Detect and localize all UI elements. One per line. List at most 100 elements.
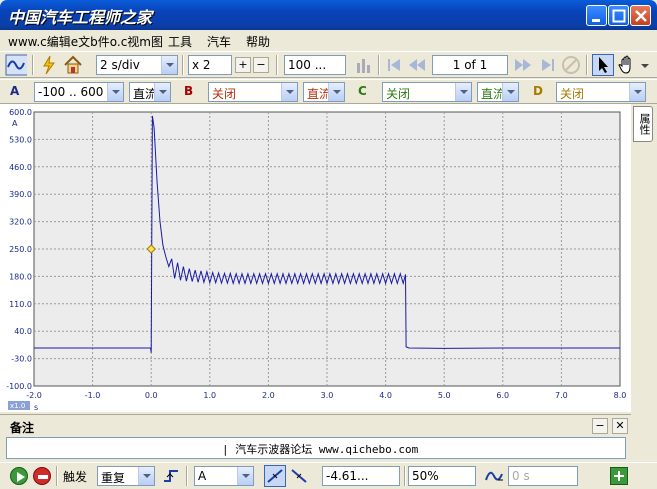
separator <box>378 55 380 75</box>
chevron-down-icon <box>281 83 297 101</box>
start-button[interactable] <box>10 467 28 485</box>
x-tick-label: -1.0 <box>85 391 101 400</box>
home-icon[interactable] <box>62 54 84 76</box>
y-tick-label: -30.0 <box>11 355 32 364</box>
pretrigger-field[interactable]: 50% <box>408 466 476 486</box>
notes-text[interactable]: | 汽车示波器论坛 www.qichebo.com <box>6 437 626 459</box>
channel-d-range: 关闭 <box>560 87 585 101</box>
window-title: 中国汽车工程师之家 <box>8 8 153 27</box>
scope-view[interactable]: -2.0 -1.0 0.0 1.0 2.0 3.0 4.0 5.0 6.0 7.0 8.0 600.0… <box>0 104 631 412</box>
timebase-select[interactable]: 2 s/div <box>96 55 178 75</box>
close-button[interactable] <box>630 5 651 26</box>
x-unit-label: s <box>34 403 38 412</box>
chevron-down-icon <box>328 83 344 101</box>
maximize-icon <box>612 9 626 23</box>
first-page-icon[interactable] <box>384 54 406 76</box>
hand-pan-icon[interactable] <box>616 54 638 76</box>
play-icon <box>17 472 25 482</box>
channel-b-coupling-select[interactable]: 直流 <box>303 82 345 102</box>
channel-b-label[interactable]: B <box>184 84 193 98</box>
chevron-down-icon <box>237 467 253 485</box>
properties-tab[interactable]: 属性 <box>633 106 653 142</box>
x-tick-label: 6.0 <box>496 391 509 400</box>
rising-edge-icon[interactable] <box>264 465 286 487</box>
falling-edge-icon[interactable] <box>288 465 310 487</box>
previous-page-icon[interactable] <box>406 54 428 76</box>
lightning-icon[interactable] <box>38 54 60 76</box>
maximize-button[interactable] <box>608 5 629 26</box>
chevron-down-icon <box>161 56 177 74</box>
title-bar: 中国汽车工程师之家 <box>0 0 657 30</box>
channel-toolbar: A -100 .. 600 A 直流 B 关闭 直流 C 关闭 直流 D 关闭 <box>0 79 657 104</box>
channel-c-label[interactable]: C <box>358 84 367 98</box>
last-page-icon[interactable] <box>536 54 558 76</box>
scope-mode-icon[interactable] <box>5 54 27 76</box>
channel-a-range: -100 .. 600 A <box>38 85 116 99</box>
channel-d-range-select[interactable]: 关闭 <box>556 82 646 102</box>
channel-a-label[interactable]: A <box>10 84 19 98</box>
next-page-icon[interactable] <box>512 54 534 76</box>
chevron-down-icon <box>502 83 518 101</box>
delay-value: 0 s <box>512 469 530 483</box>
channel-c-coupling-select[interactable]: 直流 <box>477 82 519 102</box>
page-indicator: 1 of 1 <box>432 55 508 75</box>
x-scale-label: x1.0 <box>10 402 25 410</box>
notes-minimize-button[interactable]: − <box>592 418 608 434</box>
y-tick-label: 40.0 <box>14 327 32 336</box>
trigger-level-field[interactable]: -4.61... <box>322 466 400 486</box>
channel-d-label[interactable]: D <box>533 84 543 98</box>
menu-car[interactable]: 汽车 <box>207 33 231 50</box>
trigger-edge-icon[interactable] <box>162 466 182 486</box>
menu-help[interactable]: 帮助 <box>246 33 270 50</box>
pretrigger-value: 50% <box>412 469 439 483</box>
chevron-down-icon <box>455 83 471 101</box>
page-indicator-text: 1 of 1 <box>452 58 488 72</box>
x-tick-label: 7.0 <box>555 391 568 400</box>
y-tick-label: 110.0 <box>9 300 32 309</box>
delay-icon <box>485 471 503 481</box>
menu-file[interactable]: www.c编辑e文b件o.c视m图 <box>8 33 163 50</box>
toolbar-overflow-icon[interactable] <box>638 54 657 76</box>
notes-close-button[interactable]: ✕ <box>612 418 628 434</box>
y-unit-label: A <box>12 119 18 128</box>
zoom-field[interactable]: x 2 <box>188 55 232 75</box>
separator <box>186 466 188 486</box>
delay-field[interactable]: 0 s <box>508 466 578 486</box>
close-icon <box>635 10 647 22</box>
samples-field[interactable]: 100 ... <box>284 55 346 75</box>
minimize-button[interactable] <box>586 5 607 26</box>
trigger-mode-select[interactable]: 重复 <box>97 466 155 486</box>
chevron-down-icon <box>629 83 645 101</box>
x-tick-label: 1.0 <box>203 391 216 400</box>
x-tick-label: -2.0 <box>26 391 42 400</box>
zoom-value: x 2 <box>192 58 211 72</box>
separator <box>56 466 58 486</box>
y-tick-label: 180.0 <box>9 272 32 281</box>
chevron-down-icon <box>138 467 154 485</box>
channel-a-coupling-select[interactable]: 直流 <box>129 82 171 102</box>
stop-button[interactable] <box>33 467 51 485</box>
separator <box>182 55 184 75</box>
channel-b-range-select[interactable]: 关闭 <box>208 82 298 102</box>
x-tick-label: 4.0 <box>379 391 392 400</box>
y-tick-label: 250.0 <box>9 245 32 254</box>
trigger-mode: 重复 <box>101 471 126 485</box>
channel-b-range: 关闭 <box>212 87 237 101</box>
trigger-channel-select[interactable]: A <box>194 466 254 486</box>
notes-panel: 备注 − ✕ | 汽车示波器论坛 www.qichebo.com <box>0 414 631 461</box>
x-tick-label: 3.0 <box>321 391 334 400</box>
x-tick-label: 5.0 <box>438 391 451 400</box>
menu-tools[interactable]: 工具 <box>168 33 192 50</box>
add-icon[interactable] <box>610 467 628 485</box>
y-tick-label: 390.0 <box>9 190 32 199</box>
main-toolbar: 2 s/div x 2 + − 100 ... 1 of 1 <box>0 51 657 78</box>
waveform-chart[interactable]: -2.0 -1.0 0.0 1.0 2.0 3.0 4.0 5.0 6.0 7.0 8.0 600.0… <box>0 104 631 412</box>
y-tick-label: 600.0 <box>9 108 32 117</box>
channel-a-range-select[interactable]: -100 .. 600 A <box>34 82 124 102</box>
zoom-in-button[interactable]: + <box>235 57 251 73</box>
bars-icon <box>357 59 370 73</box>
trigger-channel: A <box>198 469 207 483</box>
channel-c-range-select[interactable]: 关闭 <box>382 82 472 102</box>
pointer-icon[interactable] <box>592 54 614 76</box>
zoom-out-button[interactable]: − <box>253 57 269 73</box>
